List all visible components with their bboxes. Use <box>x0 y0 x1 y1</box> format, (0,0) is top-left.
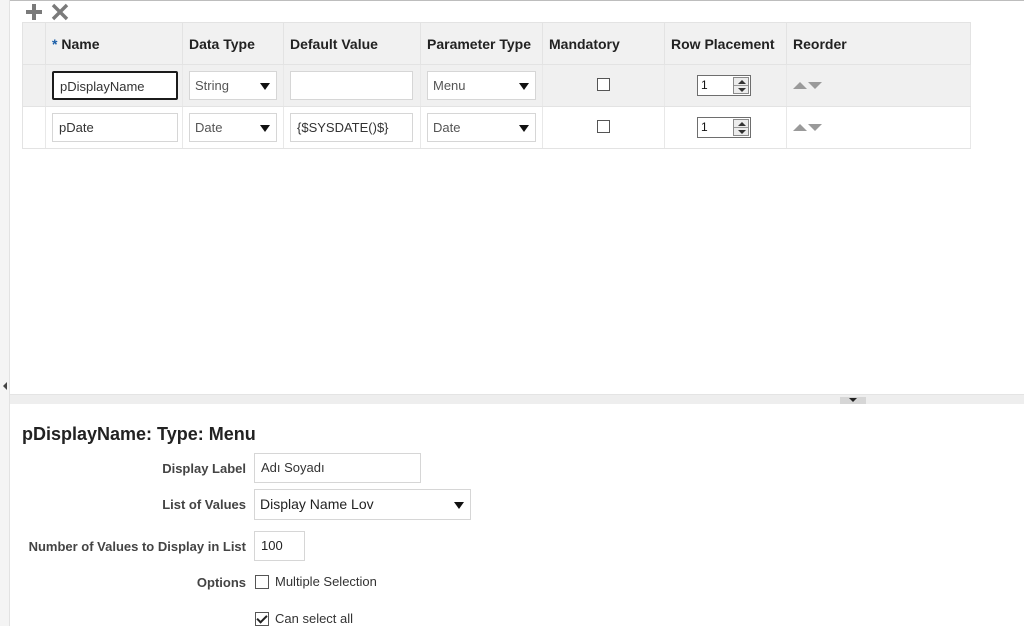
multiple-selection-label: Multiple Selection <box>275 574 377 589</box>
row-placement-spinner[interactable]: 1 <box>697 75 751 96</box>
row-placement-spinner[interactable]: 1 <box>697 117 751 138</box>
toolbar <box>24 2 70 22</box>
list-of-values-label: List of Values <box>162 497 246 512</box>
spinner-divider <box>734 127 748 128</box>
reorder-controls <box>793 82 964 89</box>
column-header-name-label: Name <box>61 35 100 52</box>
row-selector[interactable] <box>22 64 46 107</box>
dropdown-caret-icon <box>519 125 529 132</box>
detail-title: pDisplayName: Type: Menu <box>22 424 256 444</box>
num-values-label: Number of Values to Display in List <box>28 539 246 554</box>
spin-down-icon[interactable] <box>738 88 746 92</box>
delete-parameter-button[interactable] <box>50 2 70 22</box>
display-label-label: Display Label <box>162 461 246 476</box>
move-up-icon[interactable] <box>793 124 807 131</box>
can-select-all-label: Can select all <box>275 611 354 626</box>
num-values-input[interactable]: 100 <box>254 531 305 561</box>
data-type-value: String <box>195 78 229 93</box>
dropdown-caret-icon <box>454 502 464 509</box>
column-header-data-type[interactable]: Data Type <box>182 22 284 65</box>
parameter-type-select[interactable]: Menu <box>427 71 536 100</box>
required-marker: * <box>52 35 58 52</box>
can-select-all-option[interactable]: Can select all <box>255 611 353 626</box>
row-selector-header <box>22 22 46 65</box>
data-type-value: Date <box>195 120 223 135</box>
dropdown-caret-icon <box>260 125 270 132</box>
spin-up-icon[interactable] <box>738 122 746 126</box>
display-label-input[interactable]: Adı Soyadı <box>254 453 421 483</box>
spin-down-icon[interactable] <box>738 130 746 134</box>
table-header-row: * Name Data Type Default Value Parameter… <box>22 22 971 65</box>
column-header-row-placement[interactable]: Row Placement <box>664 22 787 65</box>
can-select-all-checkbox[interactable] <box>255 611 269 626</box>
column-header-reorder[interactable]: Reorder <box>786 22 971 65</box>
table-row[interactable]: pDate Date {$SYSDATE()$} Date 1 <box>22 106 971 149</box>
name-input[interactable]: pDate <box>52 113 178 142</box>
mandatory-checkbox[interactable] <box>597 77 610 91</box>
reorder-controls <box>793 124 964 131</box>
top-border <box>0 0 1024 1</box>
splitter-grip[interactable] <box>840 397 866 404</box>
row-placement-value: 1 <box>701 120 708 134</box>
data-type-select[interactable]: String <box>189 71 277 100</box>
data-type-select[interactable]: Date <box>189 113 277 142</box>
parameters-table: * Name Data Type Default Value Parameter… <box>22 22 971 149</box>
collapse-left-icon[interactable] <box>3 382 7 390</box>
column-header-default-value[interactable]: Default Value <box>283 22 421 65</box>
parameter-type-value: Date <box>433 120 461 135</box>
dropdown-caret-icon <box>260 83 270 90</box>
add-parameter-button[interactable] <box>24 2 44 22</box>
column-header-name[interactable]: * Name <box>45 22 183 65</box>
move-down-icon[interactable] <box>808 82 822 89</box>
row-placement-value: 1 <box>701 78 708 92</box>
move-down-icon[interactable] <box>808 124 822 131</box>
panel-splitter[interactable] <box>10 394 1024 404</box>
parameter-type-select[interactable]: Date <box>427 113 536 142</box>
multiple-selection-option[interactable]: Multiple Selection <box>255 574 377 589</box>
plus-icon <box>26 4 42 20</box>
move-up-icon[interactable] <box>793 82 807 89</box>
mandatory-checkbox[interactable] <box>597 119 610 133</box>
spinner-divider <box>734 85 748 86</box>
collapse-down-icon <box>849 398 857 402</box>
column-header-parameter-type[interactable]: Parameter Type <box>420 22 543 65</box>
x-icon <box>51 3 69 21</box>
spinner-buttons[interactable] <box>733 119 749 136</box>
dropdown-caret-icon <box>519 83 529 90</box>
spin-up-icon[interactable] <box>738 80 746 84</box>
table-row[interactable]: pDisplayName String Menu 1 <box>22 64 971 107</box>
options-label: Options <box>196 575 246 590</box>
spinner-buttons[interactable] <box>733 77 749 94</box>
row-selector[interactable] <box>22 106 46 149</box>
list-of-values-select[interactable]: Display Name Lov <box>254 489 471 520</box>
default-value-input[interactable]: {$SYSDATE()$} <box>290 113 413 142</box>
multiple-selection-checkbox[interactable] <box>255 574 269 589</box>
parameter-type-value: Menu <box>433 78 466 93</box>
column-header-mandatory[interactable]: Mandatory <box>542 22 665 65</box>
default-value-input[interactable] <box>290 71 413 100</box>
left-collapse-bar[interactable] <box>0 0 10 626</box>
list-of-values-value: Display Name Lov <box>260 496 374 512</box>
name-input[interactable]: pDisplayName <box>52 71 178 100</box>
